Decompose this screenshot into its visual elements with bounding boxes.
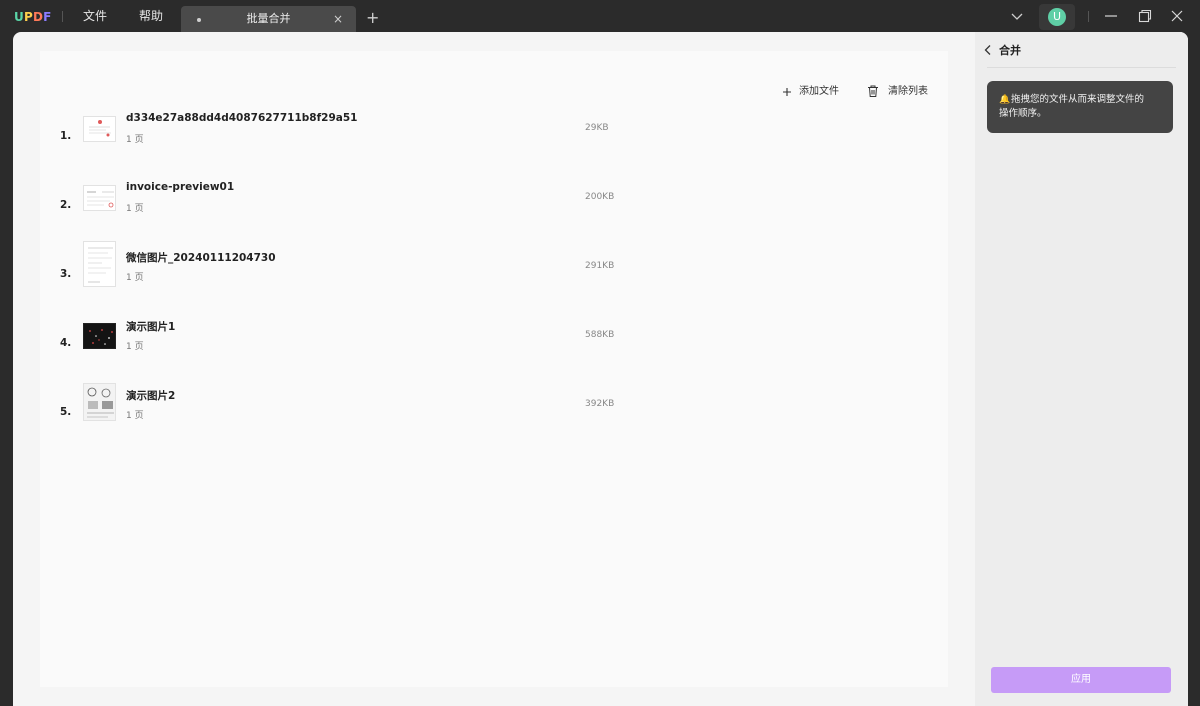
close-window-icon[interactable] xyxy=(1169,8,1185,24)
menu-file[interactable]: 文件 xyxy=(83,8,107,24)
tab-title: 批量合并 xyxy=(246,12,291,25)
file-size: 392KB xyxy=(585,399,615,409)
file-pages: 1 页 xyxy=(126,204,144,214)
updf-logo[interactable]: UPDF xyxy=(14,9,52,25)
file-size: 588KB xyxy=(585,330,615,340)
file-index: 1. xyxy=(60,130,72,142)
sidebar-title: 合并 xyxy=(999,44,1021,57)
chevron-down-icon[interactable] xyxy=(1010,9,1024,23)
avatar-button[interactable]: U xyxy=(1039,4,1075,30)
tab-batch-merge[interactable]: 批量合并 × xyxy=(181,6,356,33)
file-name: 演示图片2 xyxy=(126,390,176,402)
menu-help[interactable]: 帮助 xyxy=(139,8,163,24)
sidebar-footer: 应用 xyxy=(975,656,1188,706)
file-index: 5. xyxy=(60,406,72,418)
file-thumbnail xyxy=(83,241,116,287)
sidebar-header: 合并 xyxy=(975,32,1188,67)
merge-sidebar: 合并 🔔拖拽您的文件从而来调整文件的 操作顺序。 应用 xyxy=(975,32,1188,706)
logo-letter-d: D xyxy=(32,10,44,24)
file-thumbnail xyxy=(83,383,116,421)
plus-icon xyxy=(783,88,791,96)
sidebar-divider xyxy=(987,67,1176,68)
add-files-label: 添加文件 xyxy=(799,86,839,97)
file-thumbnail xyxy=(83,323,116,349)
file-list-area[interactable]: 添加文件 清除列表 1. d334e27a88dd4d4087627711b8f… xyxy=(40,51,948,687)
file-row[interactable]: 1. d334e27a88dd4d4087627711b8f29a51 1 页 … xyxy=(40,109,948,169)
file-thumbnail xyxy=(83,116,116,142)
file-size: 29KB xyxy=(585,123,609,133)
file-name: d334e27a88dd4d4087627711b8f29a51 xyxy=(126,112,358,124)
title-separator-right xyxy=(1088,11,1089,22)
file-pages: 1 页 xyxy=(126,273,144,283)
logo-letter-p: P xyxy=(23,10,33,24)
file-index: 2. xyxy=(60,199,72,211)
file-index: 3. xyxy=(60,268,72,280)
apply-button[interactable]: 应用 xyxy=(991,667,1171,693)
drag-tip: 🔔拖拽您的文件从而来调整文件的 操作顺序。 xyxy=(987,81,1173,133)
file-size: 291KB xyxy=(585,261,615,271)
logo-letter-u: U xyxy=(14,10,24,24)
add-files-button[interactable]: 添加文件 xyxy=(780,84,852,100)
trash-icon xyxy=(868,85,878,97)
file-index: 4. xyxy=(60,337,72,349)
file-row[interactable]: 5. 演示图片2 1 页 392KB xyxy=(40,383,948,445)
logo-letter-f: F xyxy=(43,10,52,24)
main-panel: 添加文件 清除列表 1. d334e27a88dd4d4087627711b8f… xyxy=(13,32,1188,706)
tip-text-line2: 操作顺序。 xyxy=(999,108,1047,119)
clear-list-button[interactable]: 清除列表 xyxy=(866,84,936,100)
file-pages: 1 页 xyxy=(126,135,144,145)
add-tab-button[interactable]: + xyxy=(366,9,379,27)
minimize-icon[interactable] xyxy=(1103,8,1119,24)
file-name: 微信图片_20240111204730 xyxy=(126,252,276,264)
file-size: 200KB xyxy=(585,192,615,202)
tab-close-icon[interactable]: × xyxy=(331,11,345,27)
file-row[interactable]: 4. 演示图片1 1 页 588KB xyxy=(40,316,948,376)
chevron-left-icon[interactable] xyxy=(983,44,993,56)
title-bar: UPDF 文件 帮助 批量合并 × + U xyxy=(0,0,1200,33)
clear-list-label: 清除列表 xyxy=(888,86,928,97)
file-pages: 1 页 xyxy=(126,342,144,352)
file-name: invoice-preview01 xyxy=(126,181,235,193)
tip-text-line1: 拖拽您的文件从而来调整文件的 xyxy=(1011,94,1145,105)
avatar: U xyxy=(1048,8,1066,26)
title-separator xyxy=(62,11,63,22)
file-thumbnail xyxy=(83,185,116,211)
restore-icon[interactable] xyxy=(1137,8,1153,24)
file-pages: 1 页 xyxy=(126,411,144,421)
bell-icon: 🔔 xyxy=(999,95,1011,105)
file-row[interactable]: 2. invoice-preview01 1 页 200KB xyxy=(40,178,948,238)
file-name: 演示图片1 xyxy=(126,321,176,333)
file-row[interactable]: 3. 微信图片_20240111204730 1 页 291KB xyxy=(40,241,948,307)
